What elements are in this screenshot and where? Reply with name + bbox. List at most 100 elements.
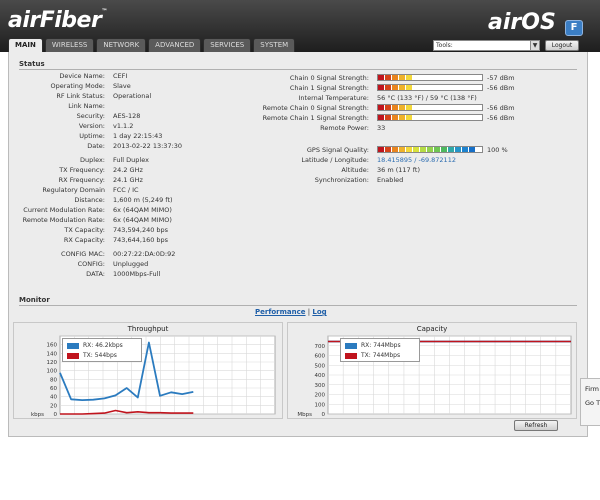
field-value-current-modulation-rate: 6x (64QAM MIMO) <box>113 206 172 214</box>
field-value-date: 2013-02-22 13:37:30 <box>113 142 183 150</box>
meter-segment <box>385 75 392 80</box>
field-value-latitude-longitude[interactable]: 18.415895 / -69.872112 <box>377 156 456 164</box>
meter-segment <box>392 85 399 90</box>
tools-dropdown[interactable]: Tools: ▼ <box>433 40 540 51</box>
meter-segment <box>385 115 392 120</box>
y-tick-label: 500 <box>315 363 326 369</box>
capacity-chart: Capacity 0 100 200 300 400 500 600 700 Mbps RX: … <box>287 322 577 419</box>
field-label-distance: Distance: <box>74 196 105 204</box>
y-axis-unit-label: Mbps <box>297 412 312 418</box>
airos-f-badge: F <box>565 20 583 36</box>
field-label-chain-1-signal-strength: Chain 1 Signal Strength: <box>289 84 369 92</box>
tab-network[interactable]: NETWORK <box>96 38 147 52</box>
field-value-remote-chain-0-signal-strength: -56 dBm <box>487 104 515 112</box>
log-link[interactable]: Log <box>312 308 326 316</box>
field-label-altitude: Altitude: <box>341 166 369 174</box>
field-label-remote-power: Remote Power: <box>320 124 369 132</box>
field-value-config: Unplugged <box>113 260 149 268</box>
tx-swatch <box>67 352 79 359</box>
throughput-legend: RX: 46.2kbps TX: 544bps <box>62 338 142 362</box>
tab-advanced[interactable]: ADVANCED <box>148 38 202 52</box>
tab-system[interactable]: SYSTEM <box>253 38 296 52</box>
field-value-duplex: Full Duplex <box>113 156 149 164</box>
throughput-plot: 0 20 40 60 80 100 120 140 160 kbps <box>31 335 276 418</box>
field-label-config: CONFIG: <box>77 260 105 268</box>
legend-item-tx: TX: 744Mbps <box>345 351 400 360</box>
field-label-rf-link-status: RF Link Status: <box>56 92 105 100</box>
field-value-internal-temperature: 56 °C (133 °F) / 59 °C (138 °F) <box>377 94 477 102</box>
refresh-button[interactable]: Refresh <box>514 420 558 431</box>
field-label-tx-frequency: TX Frequency: <box>59 166 105 174</box>
legend-label-rx: RX: 46.2kbps <box>83 342 123 349</box>
go-to-link[interactable]: Go T <box>585 399 600 407</box>
y-axis-unit-label: kbps <box>31 412 44 418</box>
tab-main[interactable]: MAIN <box>8 38 43 52</box>
status-section-title: Status <box>19 60 45 68</box>
top-header: airFiber™ airOS F MAIN WIRELESS NETWORK … <box>0 0 600 52</box>
meter-segment <box>441 147 448 152</box>
meter-segment <box>378 147 385 152</box>
field-value-chain-0-signal-strength: -57 dBm <box>487 74 515 82</box>
tab-services[interactable]: SERVICES <box>203 38 252 52</box>
field-value-device-name: CEFI <box>113 72 128 80</box>
meter-segment <box>399 105 406 110</box>
monitor-divider <box>19 305 577 306</box>
field-label-data: DATA: <box>86 270 105 278</box>
main-panel: Status Device Name: CEFI Operating Mode: Sl… <box>8 52 588 437</box>
field-label-remote-modulation-rate: Remote Modulation Rate: <box>22 216 105 224</box>
rx-swatch <box>67 342 79 349</box>
field-label-link-name: Link Name: <box>68 102 105 110</box>
field-value-remote-chain-1-signal-strength: -56 dBm <box>487 114 515 122</box>
y-tick-label: 80 <box>50 377 57 383</box>
signal-meter <box>377 74 483 81</box>
legend-item-tx: TX: 544bps <box>67 351 117 360</box>
field-value-remote-power: 33 <box>377 124 386 132</box>
field-value-rx-frequency: 24.1 GHz <box>113 176 143 184</box>
meter-segment <box>392 75 399 80</box>
legend-item-rx: RX: 744Mbps <box>345 341 401 350</box>
signal-meter <box>377 84 483 91</box>
field-label-remote-chain-0-signal-strength: Remote Chain 0 Signal Strength: <box>262 104 369 112</box>
y-tick-label: 60 <box>50 386 57 392</box>
y-tick-label: 300 <box>315 383 326 389</box>
meter-segment <box>392 147 399 152</box>
logout-button[interactable]: Logout <box>545 40 579 51</box>
field-label-operating-mode: Operating Mode: <box>50 82 105 90</box>
y-tick-label: 0 <box>322 412 326 418</box>
field-value-data: 1000Mbps-Full <box>113 270 161 278</box>
meter-segment <box>406 75 413 80</box>
meter-segment <box>385 105 392 110</box>
field-value-rx-capacity: 743,644,160 bps <box>113 236 169 244</box>
y-tick-label: 600 <box>315 354 326 360</box>
legend-label-tx: TX: 744Mbps <box>361 352 401 359</box>
legend-item-rx: RX: 46.2kbps <box>67 341 123 350</box>
field-value-tx-frequency: 24.2 GHz <box>113 166 143 174</box>
monitor-links: Performance | Log <box>255 308 327 316</box>
field-label-rx-frequency: RX Frequency: <box>58 176 105 184</box>
legend-label-rx: RX: 744Mbps <box>361 342 401 349</box>
trademark-mark: ™ <box>101 8 107 15</box>
tab-wireless[interactable]: WIRELESS <box>44 38 95 52</box>
field-label-duplex: Duplex: <box>80 156 105 164</box>
field-value-gps-signal-quality: 100 % <box>487 146 508 154</box>
meter-segment <box>399 115 406 120</box>
meter-segment <box>392 115 399 120</box>
meter-segment <box>455 147 462 152</box>
field-value-tx-capacity: 743,594,240 bps <box>113 226 169 234</box>
firmware-text: Firm <box>585 385 599 393</box>
field-value-synchronization: Enabled <box>377 176 404 184</box>
field-value-config-mac: 00:27:22:DA:0D:92 <box>113 250 176 258</box>
field-label-config-mac: CONFIG MAC: <box>61 250 105 258</box>
y-tick-label: 120 <box>47 360 58 366</box>
throughput-chart: Throughput 0 20 40 60 80 100 120 140 160 kbps RX:… <box>13 322 283 419</box>
performance-link[interactable]: Performance <box>255 308 306 316</box>
meter-segment <box>378 115 385 120</box>
chevron-down-icon[interactable]: ▼ <box>530 41 539 50</box>
field-label-current-modulation-rate: Current Modulation Rate: <box>23 206 105 214</box>
field-value-security: AES-128 <box>113 112 141 120</box>
monitor-section-title: Monitor <box>19 296 50 304</box>
y-tick-label: 20 <box>50 403 57 409</box>
field-value-uptime: 1 day 22:15:43 <box>113 132 163 140</box>
field-value-altitude: 36 m (117 ft) <box>377 166 421 174</box>
meter-segment <box>434 147 441 152</box>
